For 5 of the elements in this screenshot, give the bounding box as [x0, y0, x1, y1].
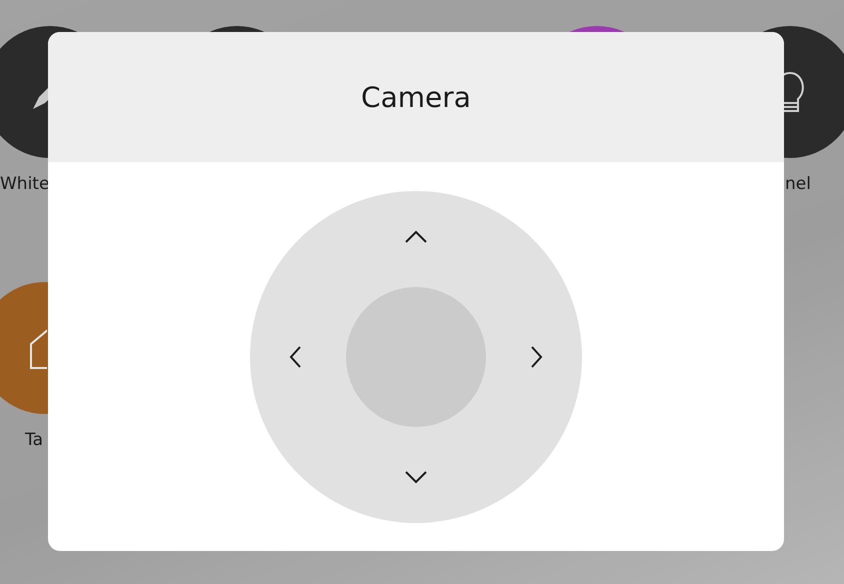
- dialog-title: Camera: [361, 80, 471, 114]
- house-icon: [30, 327, 46, 369]
- app-label: White: [0, 174, 50, 194]
- app-label: Ta: [25, 430, 43, 450]
- app-label: nel: [785, 174, 811, 194]
